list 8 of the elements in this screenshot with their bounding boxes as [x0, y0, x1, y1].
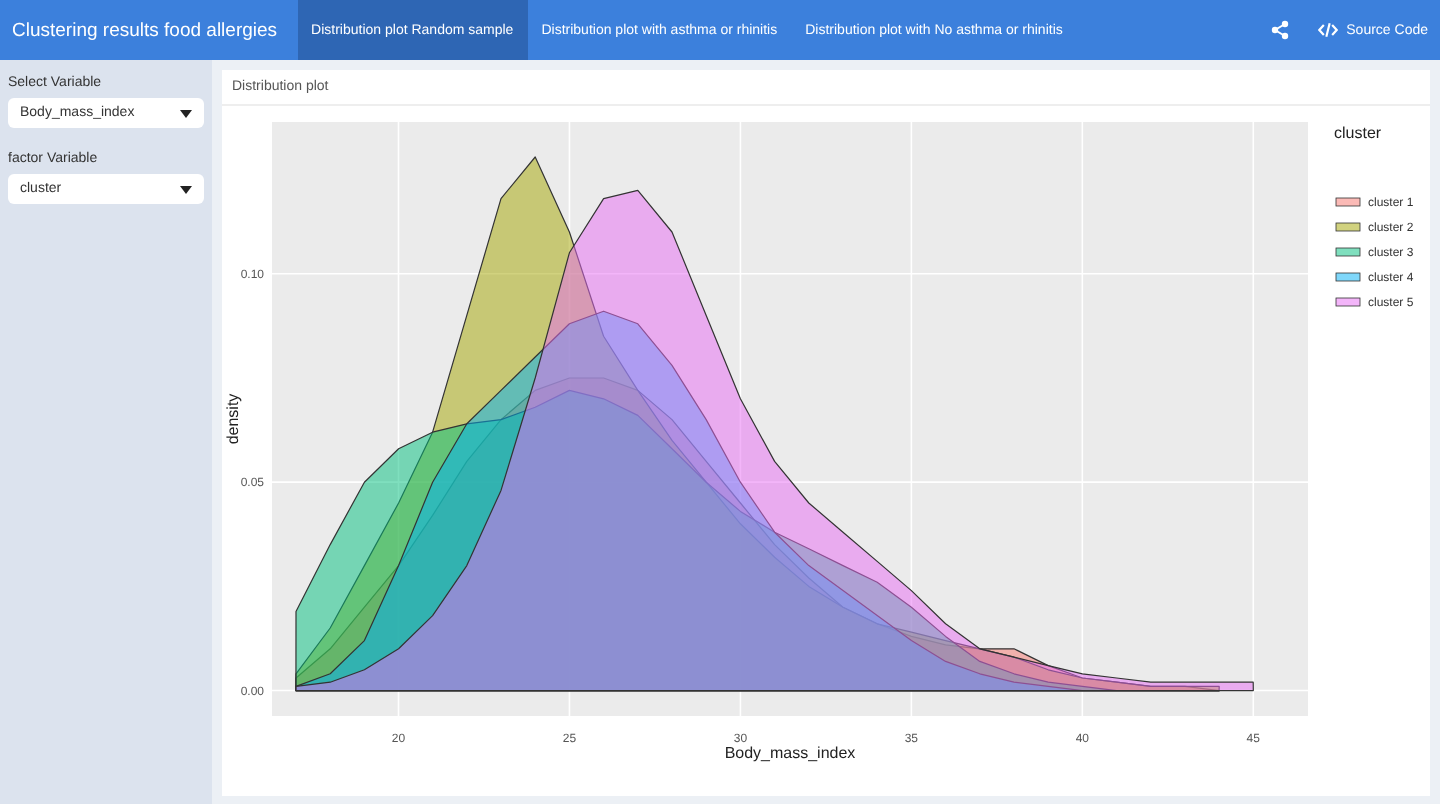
legend-title: cluster: [1334, 124, 1382, 142]
app-title: Clustering results food allergies: [10, 17, 280, 45]
caret-icon: [180, 185, 192, 193]
y-axis-title: density: [224, 393, 242, 445]
code-icon: [1318, 22, 1339, 38]
x-axis-title: Body_mass_index: [724, 744, 856, 762]
caret-icon: [180, 109, 192, 117]
share-icon[interactable]: [1270, 20, 1291, 40]
